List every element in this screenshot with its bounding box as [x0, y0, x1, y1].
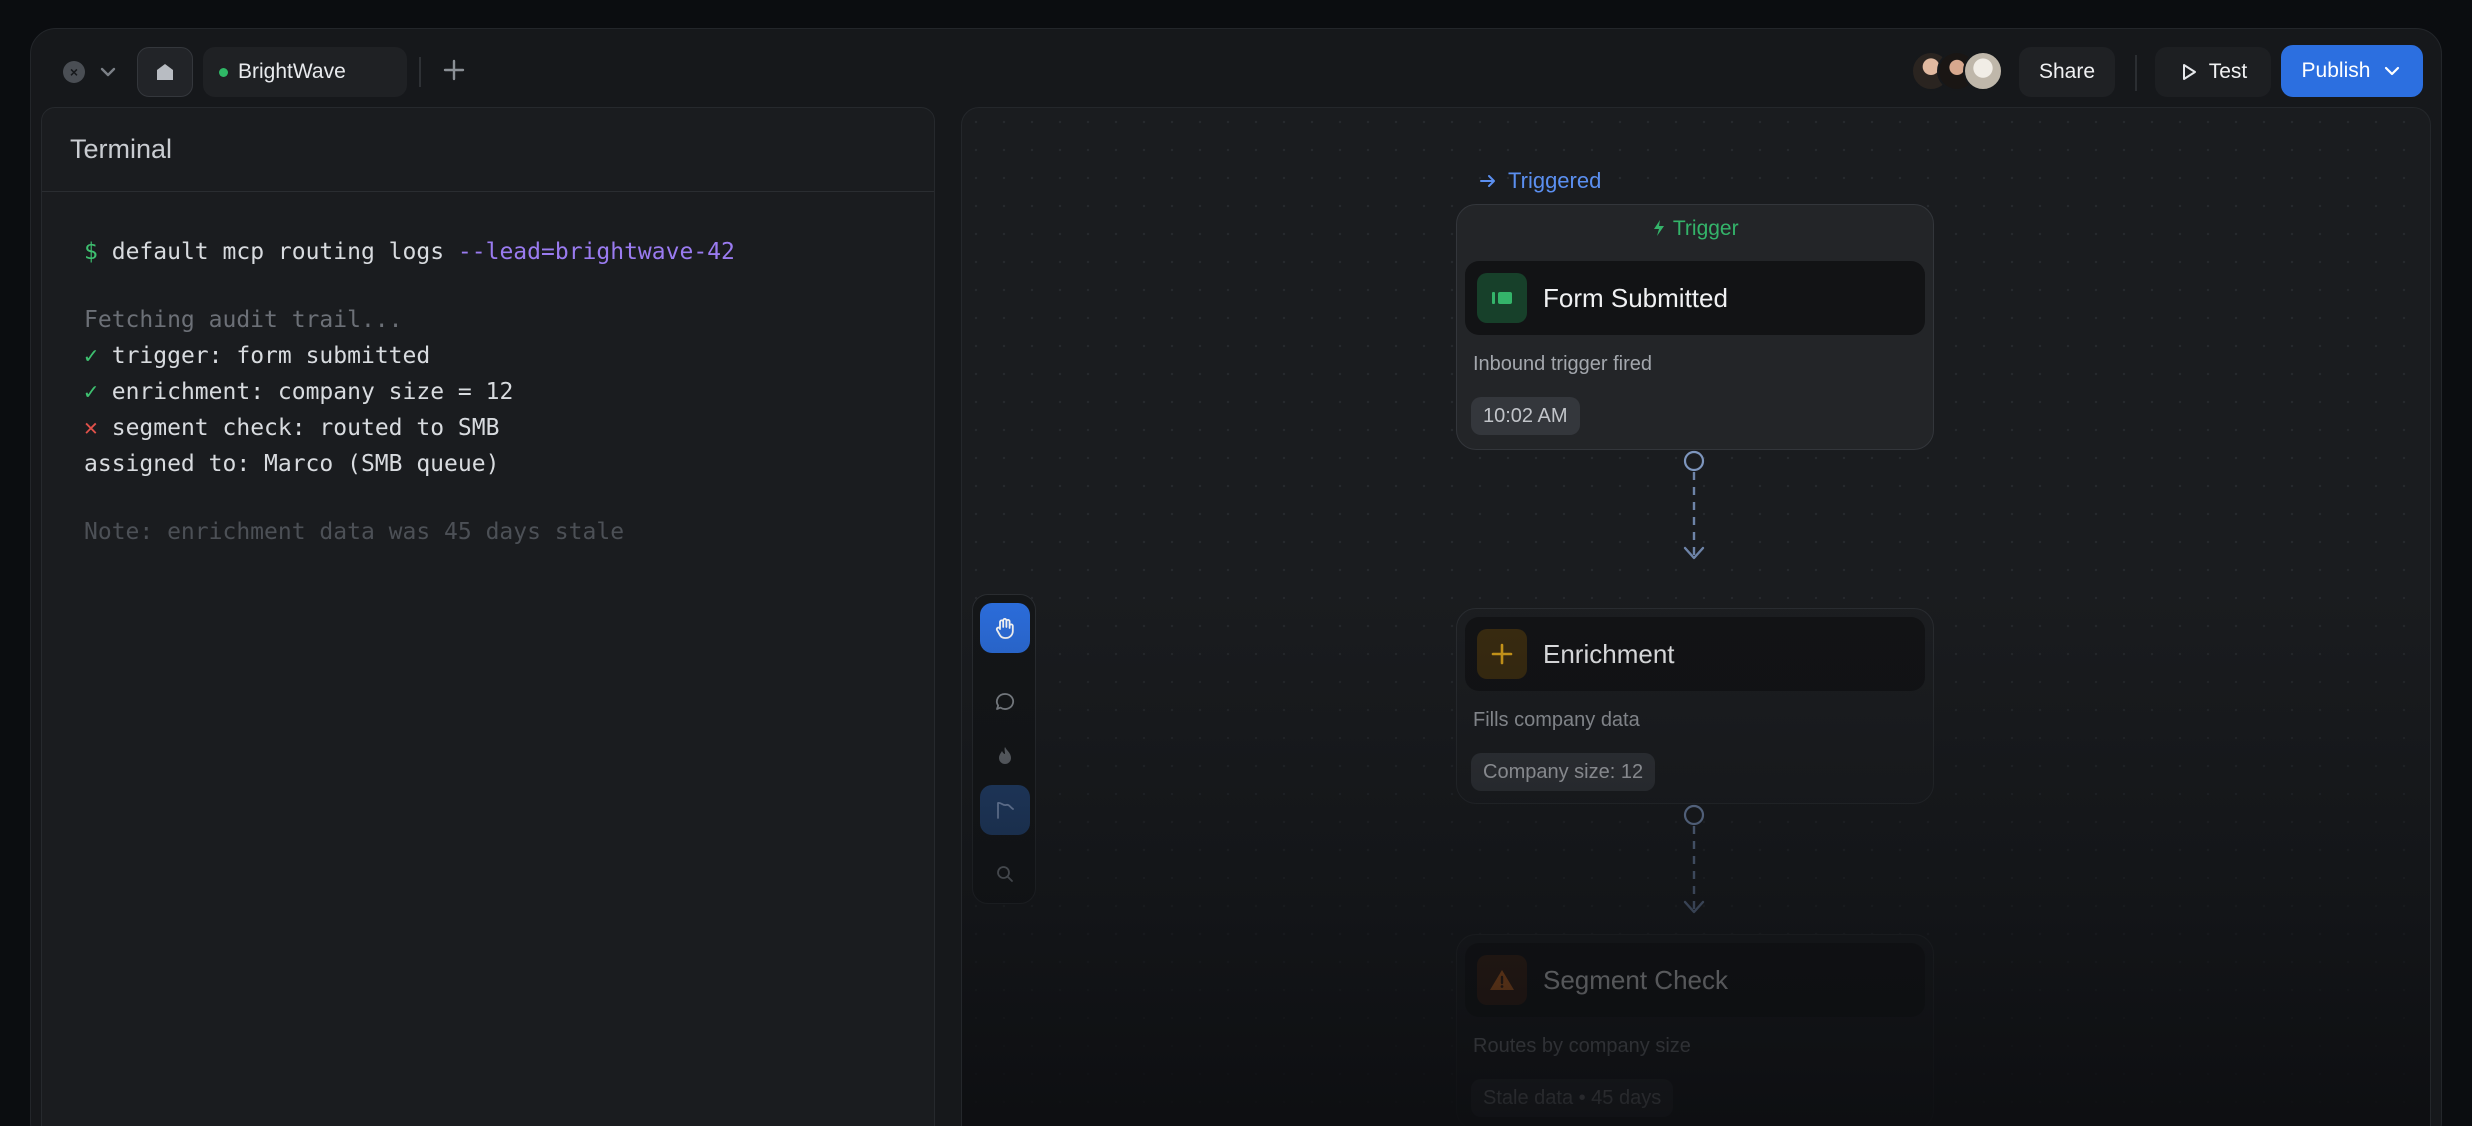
plus-icon: [1477, 629, 1527, 679]
chevron-down-icon[interactable]: [97, 61, 119, 83]
form-icon: [1477, 273, 1527, 323]
check-icon: ✓: [84, 343, 98, 369]
share-button[interactable]: Share: [2019, 47, 2115, 97]
step-line: ✓ trigger: form submitted: [84, 338, 934, 374]
form-submitted-node-header[interactable]: Form Submitted: [1465, 261, 1925, 335]
publish-button[interactable]: Publish: [2281, 45, 2423, 97]
triggered-label: Triggered: [1478, 168, 1601, 194]
node-title: Enrichment: [1543, 638, 1675, 669]
node-title: Form Submitted: [1543, 282, 1728, 313]
tool-rail: [972, 594, 1036, 904]
step-text: enrichment: company size = 12: [111, 379, 514, 405]
test-button[interactable]: Test: [2155, 47, 2271, 97]
fetching-line: Fetching audit trail...: [84, 307, 403, 333]
assigned-line: assigned to: Marco (SMB queue): [84, 451, 500, 477]
node-timestamp: 10:02 AM: [1471, 397, 1580, 435]
node-chip: Company size: 12: [1471, 753, 1656, 791]
node-title: Segment Check: [1543, 964, 1728, 995]
node-description: Routes by company size: [1473, 1035, 1691, 1057]
divider: [2135, 55, 2137, 91]
segment-check-node[interactable]: Segment Check Routes by company size Sta…: [1456, 934, 1934, 1126]
close-icon[interactable]: ×: [63, 61, 85, 83]
home-icon: [157, 64, 173, 80]
command-flag: --lead=brightwave-42: [457, 239, 735, 265]
search-tool[interactable]: [980, 849, 1030, 899]
publish-label: Publish: [2301, 59, 2371, 82]
arrow-right-icon: [1480, 175, 1495, 187]
trigger-text: Trigger: [1672, 217, 1739, 240]
flame-tool[interactable]: [980, 731, 1030, 781]
connector-edge: [1683, 450, 1705, 560]
enrichment-node-header[interactable]: Enrichment: [1465, 617, 1925, 691]
note-line: Note: enrichment data was 45 days stale: [84, 519, 625, 545]
app-window: × BrightWave Share Test Publish Terminal…: [30, 28, 2442, 1126]
flame-icon: [999, 747, 1011, 764]
step-text: segment check: routed to SMB: [111, 415, 500, 441]
path-icon: [997, 801, 1014, 819]
enrichment-node[interactable]: Enrichment Fills company data Company si…: [1456, 608, 1934, 804]
warning-icon: [1477, 955, 1527, 1005]
step-line: ✕ segment check: routed to SMB: [84, 410, 934, 446]
search-icon: [997, 866, 1013, 882]
node-chip: Stale data • 45 days: [1471, 1079, 1674, 1117]
prompt-symbol: $: [84, 239, 98, 265]
add-tab-button[interactable]: [437, 55, 471, 89]
node-description: Fills company data: [1473, 709, 1640, 731]
trigger-group-label: Trigger: [1457, 217, 1933, 241]
divider: [419, 57, 421, 87]
command-line: $ default mcp routing logs --lead=bright…: [84, 234, 934, 270]
hand-icon: [995, 618, 1014, 639]
plus-icon: [443, 59, 465, 81]
command-text: default mcp routing logs: [111, 239, 445, 265]
top-bar: × BrightWave Share Test Publish: [31, 29, 2441, 105]
tab-brightwave[interactable]: BrightWave: [203, 47, 407, 97]
bolt-icon: [1654, 220, 1665, 236]
terminal-title: Terminal: [42, 108, 934, 192]
segment-check-node-header[interactable]: Segment Check: [1465, 943, 1925, 1017]
triggered-text: Triggered: [1508, 168, 1602, 193]
comment-icon: [996, 693, 1014, 710]
home-button[interactable]: [137, 47, 193, 97]
status-dot: [219, 67, 228, 77]
path-tool[interactable]: [980, 785, 1030, 835]
trigger-node-group[interactable]: Trigger Form Submitted Inbound trigger f…: [1456, 204, 1934, 450]
cross-icon: ✕: [84, 415, 98, 441]
terminal-panel: Terminal $ default mcp routing logs --le…: [41, 107, 935, 1126]
tab-label: BrightWave: [238, 60, 346, 83]
node-description: Inbound trigger fired: [1473, 353, 1653, 375]
test-label: Test: [2208, 60, 2248, 83]
play-icon: [2182, 64, 2196, 80]
hand-tool[interactable]: [980, 603, 1030, 653]
collaborator-avatars[interactable]: [1911, 51, 2007, 93]
step-text: trigger: form submitted: [111, 343, 431, 369]
step-line: ✓ enrichment: company size = 12: [84, 374, 934, 410]
check-icon: ✓: [84, 379, 98, 405]
avatar[interactable]: [1963, 51, 2003, 91]
workflow-canvas[interactable]: Triggered Trigger Form Submitted Inbound…: [961, 107, 2431, 1126]
connector-edge: [1683, 804, 1705, 914]
terminal-output[interactable]: $ default mcp routing logs --lead=bright…: [42, 192, 934, 550]
comment-tool[interactable]: [980, 677, 1030, 727]
chevron-down-icon[interactable]: [2382, 61, 2402, 81]
